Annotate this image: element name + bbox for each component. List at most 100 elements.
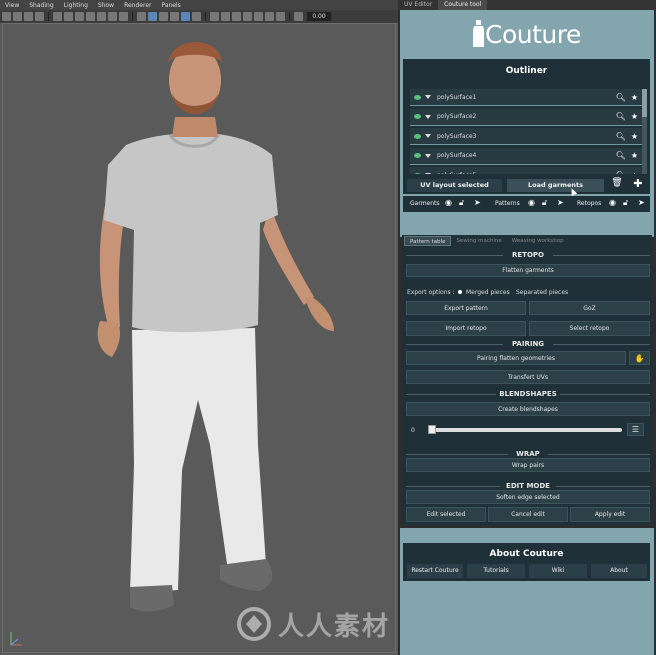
anti-aliasing-icon[interactable] [243, 12, 252, 21]
expand-arrow-icon[interactable] [425, 95, 431, 99]
expand-arrow-icon[interactable] [425, 173, 431, 174]
expand-arrow-icon[interactable] [425, 134, 431, 138]
retopos-eye-icon[interactable]: ◉ [609, 198, 616, 207]
search-icon[interactable]: 🔍︎ [616, 132, 626, 141]
search-icon[interactable]: 🔍︎ [616, 151, 626, 160]
apply-edit-button[interactable]: Apply edit [570, 507, 650, 522]
hud-icon[interactable] [276, 12, 285, 21]
about-button[interactable]: About [591, 564, 647, 578]
shadows-icon[interactable] [221, 12, 230, 21]
outliner-list[interactable]: polySurface1 🔍︎ ★ polySurface2 🔍︎ ★ poly… [410, 89, 643, 174]
select-retopo-button[interactable]: Select retopo [529, 321, 650, 336]
restart-couture-button[interactable]: Restart Couture [407, 564, 463, 578]
blendshape-slider-track[interactable] [430, 428, 622, 432]
visibility-eye-icon[interactable] [414, 94, 421, 100]
wireframe-icon[interactable] [137, 12, 146, 21]
patterns-select-icon[interactable]: ➤ [557, 198, 564, 207]
outliner-item[interactable]: polySurface5 🔍︎ ★ [410, 167, 643, 174]
menu-shading[interactable]: Shading [29, 2, 53, 9]
lock-camera-icon[interactable] [13, 12, 22, 21]
safe-action-icon[interactable] [108, 12, 117, 21]
bookmark-icon[interactable] [24, 12, 33, 21]
garments-select-icon[interactable]: ➤ [474, 198, 481, 207]
expand-arrow-icon[interactable] [425, 114, 431, 119]
image-plane-icon[interactable] [35, 12, 44, 21]
ambient-occlusion-icon[interactable] [232, 12, 241, 21]
star-icon[interactable]: ★ [631, 151, 638, 160]
flatten-garments-button[interactable]: Flatten garments [406, 264, 650, 277]
goz-button[interactable]: GoZ [529, 301, 650, 315]
motion-blur-icon[interactable] [265, 12, 274, 21]
tab-weaving-workshop[interactable]: Weaving workshop [507, 236, 569, 246]
menu-show[interactable]: Show [98, 2, 114, 9]
garments-lock-icon[interactable]: 🔓︎ [459, 198, 464, 208]
tab-sewing-machine[interactable]: Sewing machine [451, 236, 506, 246]
soften-edge-button[interactable]: Soften edge selected [406, 490, 650, 504]
edit-selected-button[interactable]: Edit selected [406, 507, 486, 522]
wireframe-on-shaded-icon[interactable] [159, 12, 168, 21]
visibility-eye-icon[interactable] [414, 153, 421, 158]
export-pattern-button[interactable]: Export pattern [406, 301, 526, 315]
menu-view[interactable]: View [5, 2, 19, 9]
visibility-eye-icon[interactable] [414, 172, 421, 174]
search-icon[interactable]: 🔍︎ [616, 93, 626, 102]
garments-eye-icon[interactable]: ◉ [445, 198, 452, 207]
trash-icon[interactable]: 🗑︎ [610, 178, 624, 192]
star-icon[interactable]: ★ [631, 93, 638, 102]
gate-mask-icon[interactable] [86, 12, 95, 21]
menu-renderer[interactable]: Renderer [124, 2, 151, 9]
character-model[interactable] [60, 25, 360, 625]
search-icon[interactable]: 🔍︎ [616, 171, 626, 175]
menu-panels[interactable]: Panels [161, 2, 180, 9]
exposure-value[interactable]: 0.00 [307, 12, 331, 21]
expand-arrow-icon[interactable] [425, 153, 431, 158]
slider-settings-icon[interactable]: ☰ [627, 423, 644, 436]
search-icon[interactable]: 🔍︎ [616, 112, 626, 121]
retopos-select-icon[interactable]: ➤ [638, 198, 645, 207]
film-gate-icon[interactable] [64, 12, 73, 21]
outliner-scroll-thumb[interactable] [642, 89, 647, 117]
uv-layout-selected-button[interactable]: UV layout selected [407, 179, 502, 192]
star-icon[interactable]: ★ [631, 112, 638, 121]
visibility-eye-icon[interactable] [414, 114, 421, 119]
exposure-icon[interactable] [294, 12, 303, 21]
blendshape-slider-thumb[interactable] [428, 425, 436, 434]
field-chart-icon[interactable] [97, 12, 106, 21]
wiki-button[interactable]: Wiki [529, 564, 587, 578]
transfer-uvs-button[interactable]: Transfert UVs [406, 370, 650, 384]
safe-title-icon[interactable] [119, 12, 128, 21]
pairing-flatten-button[interactable]: Pairing flatten geometries [406, 351, 626, 365]
isolate-select-icon[interactable] [192, 12, 201, 21]
cancel-edit-button[interactable]: Cancel edit [488, 507, 568, 522]
xray-icon[interactable] [181, 12, 190, 21]
tab-couture-tool[interactable]: Couture tool [438, 0, 488, 10]
depth-of-field-icon[interactable] [254, 12, 263, 21]
outliner-item[interactable]: polySurface4 🔍︎ ★ [410, 147, 643, 165]
smooth-shade-icon[interactable] [148, 12, 157, 21]
radio-merged-icon[interactable] [458, 290, 462, 294]
add-icon[interactable]: ✚ [631, 177, 645, 191]
retopos-lock-icon[interactable]: 🔓︎ [623, 198, 628, 208]
visibility-eye-icon[interactable] [414, 133, 421, 139]
wrap-pairs-button[interactable]: Wrap pairs [406, 458, 650, 472]
tutorials-button[interactable]: Tutorials [467, 564, 525, 578]
hand-pick-icon[interactable]: ✋ [629, 351, 650, 365]
patterns-eye-icon[interactable]: ◉ [528, 198, 535, 207]
select-camera-icon[interactable] [2, 12, 11, 21]
import-retopo-button[interactable]: Import retopo [406, 321, 526, 336]
outliner-item[interactable]: polySurface2 🔍︎ ★ [410, 108, 643, 126]
separated-pieces-option[interactable]: Separated pieces [516, 289, 568, 296]
outliner-item[interactable]: polySurface3 🔍︎ ★ [410, 128, 643, 145]
merged-pieces-option[interactable]: Merged pieces [466, 289, 510, 296]
grid-icon[interactable] [53, 12, 62, 21]
load-garments-button[interactable]: Load garments [507, 179, 604, 192]
textured-icon[interactable] [170, 12, 179, 21]
menu-lighting[interactable]: Lighting [64, 2, 88, 9]
outliner-item[interactable]: polySurface1 🔍︎ ★ [410, 89, 643, 106]
tab-uv-editor[interactable]: UV Editor [398, 0, 438, 10]
resolution-gate-icon[interactable] [75, 12, 84, 21]
create-blendshapes-button[interactable]: Create blendshapes [406, 402, 650, 416]
star-icon[interactable]: ★ [631, 171, 638, 175]
star-icon[interactable]: ★ [631, 132, 638, 141]
tab-pattern-table[interactable]: Pattern table [404, 236, 452, 246]
